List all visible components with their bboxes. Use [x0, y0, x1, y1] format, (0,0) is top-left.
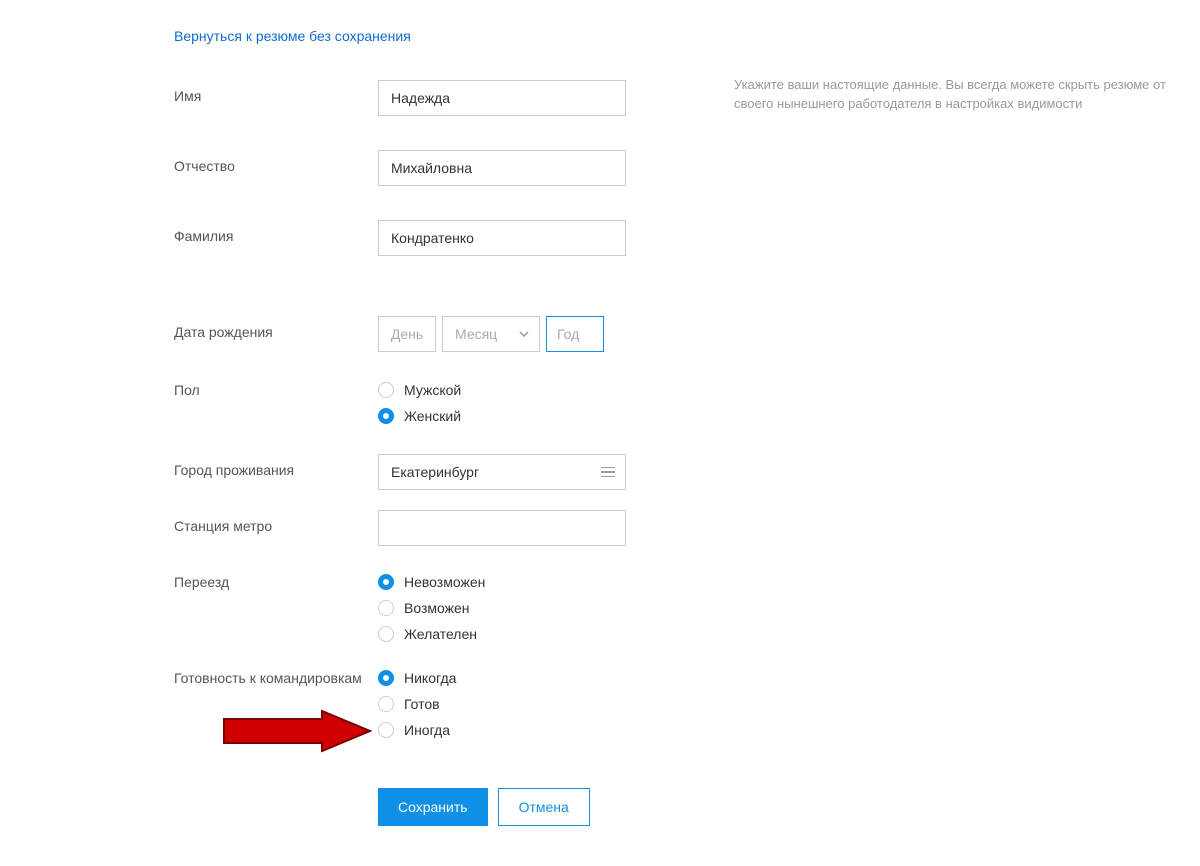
birth-date-label: Дата рождения: [174, 316, 378, 340]
trips-sometimes-radio[interactable]: Иногда: [378, 722, 456, 738]
list-icon: [601, 467, 615, 478]
relocation-impossible-radio[interactable]: Невозможен: [378, 574, 485, 590]
radio-icon: [378, 670, 394, 686]
birth-month-select[interactable]: Месяц: [442, 316, 540, 352]
cancel-button[interactable]: Отмена: [498, 788, 590, 826]
first-name-input[interactable]: [378, 80, 626, 116]
trips-ready-radio[interactable]: Готов: [378, 696, 456, 712]
relocation-impossible-label: Невозможен: [404, 574, 485, 590]
birth-year-input[interactable]: [546, 316, 604, 352]
radio-icon: [378, 722, 394, 738]
city-input[interactable]: Екатеринбург: [378, 454, 626, 490]
gender-male-radio[interactable]: Мужской: [378, 382, 461, 398]
relocation-possible-label: Возможен: [404, 600, 470, 616]
relocation-desired-radio[interactable]: Желателен: [378, 626, 485, 642]
last-name-label: Фамилия: [174, 220, 378, 244]
relocation-desired-label: Желателен: [404, 626, 477, 642]
trips-label: Готовность к командировкам: [174, 670, 378, 686]
radio-icon: [378, 696, 394, 712]
birth-month-placeholder: Месяц: [455, 326, 497, 342]
birth-day-input[interactable]: [378, 316, 436, 352]
back-link[interactable]: Вернуться к резюме без сохранения: [174, 28, 411, 44]
metro-label: Станция метро: [174, 510, 378, 534]
radio-icon: [378, 382, 394, 398]
city-value: Екатеринбург: [391, 464, 479, 480]
city-label: Город проживания: [174, 454, 378, 478]
patronymic-label: Отчество: [174, 150, 378, 174]
radio-icon: [378, 408, 394, 424]
relocation-possible-radio[interactable]: Возможен: [378, 600, 485, 616]
last-name-input[interactable]: [378, 220, 626, 256]
first-name-label: Имя: [174, 80, 378, 104]
hint-text: Укажите ваши настоящие данные. Вы всегда…: [734, 76, 1200, 114]
radio-icon: [378, 600, 394, 616]
chevron-down-icon: [519, 331, 529, 337]
metro-input[interactable]: [378, 510, 626, 546]
trips-sometimes-label: Иногда: [404, 722, 450, 738]
patronymic-input[interactable]: [378, 150, 626, 186]
trips-ready-label: Готов: [404, 696, 440, 712]
radio-icon: [378, 626, 394, 642]
gender-female-radio[interactable]: Женский: [378, 408, 461, 424]
trips-never-label: Никогда: [404, 670, 456, 686]
trips-never-radio[interactable]: Никогда: [378, 670, 456, 686]
gender-female-label: Женский: [404, 408, 461, 424]
gender-label: Пол: [174, 382, 378, 398]
relocation-label: Переезд: [174, 574, 378, 590]
gender-male-label: Мужской: [404, 382, 461, 398]
radio-icon: [378, 574, 394, 590]
save-button[interactable]: Сохранить: [378, 788, 488, 826]
